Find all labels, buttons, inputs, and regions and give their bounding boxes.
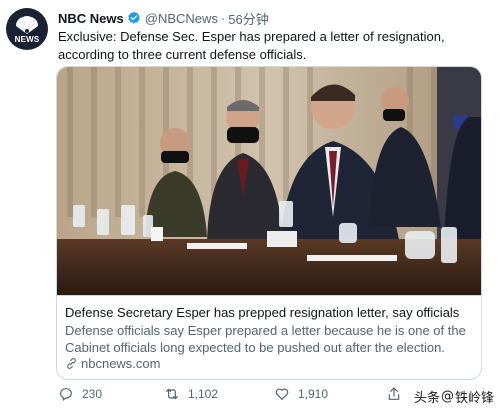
- card-domain[interactable]: nbcnews.com: [65, 356, 160, 371]
- watermark: 头条 @ 铁岭锋: [414, 387, 494, 406]
- avatar[interactable]: NEWS: [6, 8, 48, 50]
- timestamp[interactable]: 56分钟: [228, 9, 268, 28]
- reply-button[interactable]: 230: [58, 386, 102, 402]
- share-button[interactable]: [386, 386, 410, 402]
- verified-badge-icon: [127, 11, 141, 25]
- card-title[interactable]: Defense Secretary Esper has prepped resi…: [65, 304, 475, 321]
- peacock-logo-icon: [15, 15, 39, 34]
- avatar-label: NEWS: [14, 34, 40, 44]
- retweet-count: 1,102: [188, 387, 219, 401]
- watermark-author: 铁岭锋: [454, 391, 494, 406]
- reply-count: 230: [82, 387, 103, 401]
- tweet-text: Exclusive: Defense Sec. Esper has prepar…: [58, 29, 445, 62]
- tweet[interactable]: NEWS NBC News @NBCNews · 56分钟 Exclusive:…: [0, 0, 500, 414]
- link-icon: [67, 358, 76, 369]
- card-domain-text: nbcnews.com: [81, 356, 161, 371]
- like-count: 1,910: [298, 387, 329, 401]
- card-body: Defense Secretary Esper has prepped resi…: [57, 295, 481, 379]
- retweet-button[interactable]: 1,102: [164, 386, 218, 402]
- card-image: [57, 67, 481, 295]
- handle[interactable]: @NBCNews: [145, 11, 218, 26]
- reply-icon: [60, 388, 72, 401]
- separator-dot: ·: [220, 10, 226, 26]
- display-name[interactable]: NBC News: [58, 11, 124, 26]
- share-icon: [388, 387, 400, 400]
- watermark-at: @: [440, 389, 454, 404]
- link-card[interactable]: Defense Secretary Esper has prepped resi…: [56, 66, 482, 380]
- watermark-source: 头条: [413, 391, 440, 406]
- card-description: Defense officials say Esper prepared a l…: [65, 323, 466, 355]
- like-button[interactable]: 1,910: [274, 386, 328, 402]
- tweet-header: NBC News @NBCNews · 56分钟: [58, 9, 269, 27]
- heart-icon: [275, 388, 289, 400]
- retweet-icon: [166, 388, 178, 400]
